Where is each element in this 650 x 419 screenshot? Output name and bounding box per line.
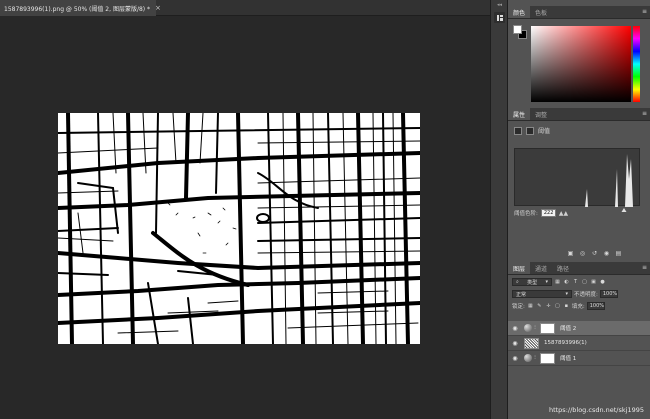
- filter-smart-object-icon[interactable]: ▣: [590, 279, 597, 286]
- threshold-histogram: [514, 148, 641, 207]
- adjustment-mode-icon[interactable]: [514, 126, 522, 135]
- panel-menu-icon[interactable]: ≡: [642, 264, 647, 271]
- properties-mode-row: 阈值: [514, 126, 550, 135]
- lock-all-icon[interactable]: ▪: [563, 303, 570, 310]
- layer-name[interactable]: 阈值 2: [560, 324, 576, 332]
- document-tab-bar: 1587893996(1).png @ 50% (阈值 2, 图层蒙版/8) *…: [0, 0, 490, 16]
- canvas-area[interactable]: [0, 16, 490, 419]
- eye-icon[interactable]: ◉: [508, 340, 522, 347]
- layer-image-thumbnail[interactable]: [524, 337, 539, 349]
- watermark-text: https://blog.csdn.net/skj1995: [548, 406, 644, 414]
- lock-artboard-icon[interactable]: ▢: [554, 303, 561, 310]
- threshold-level-label: 阈值色阶:: [514, 211, 538, 217]
- history-icon: [496, 14, 503, 21]
- collapse-arrows-icon[interactable]: ◂◂: [497, 2, 502, 8]
- fill-input[interactable]: 100%: [586, 302, 605, 310]
- layer-mask-thumbnail[interactable]: [540, 352, 555, 364]
- document-image[interactable]: [58, 113, 420, 344]
- filter-pixel-icon[interactable]: ▦: [554, 279, 561, 286]
- layer-filter-dropdown[interactable]: ⌕ 类型 ▾: [512, 278, 552, 286]
- properties-panel-tabs: 属性 调整: [508, 108, 650, 121]
- properties-mode-label: 阈值: [538, 128, 551, 135]
- blend-mode-dropdown[interactable]: 正常 ▾: [512, 290, 572, 298]
- tab-properties[interactable]: 属性: [508, 108, 531, 120]
- chevron-down-icon: ▾: [565, 291, 568, 297]
- opacity-input[interactable]: 100%: [599, 290, 618, 298]
- photoshop-window: 1587893996(1).png @ 50% (阈值 2, 图层蒙版/8) *…: [0, 0, 650, 419]
- chevron-down-icon: ▾: [545, 279, 548, 285]
- lock-label: 锁定:: [512, 304, 525, 310]
- layer-row-threshold-2[interactable]: ◉ ⁝ 阈值 2: [508, 321, 650, 336]
- color-panel-tabs: 颜色 色板: [508, 6, 650, 19]
- tab-adjustments[interactable]: 调整: [530, 108, 552, 120]
- layer-list: ◉ ⁝ 阈值 2 ◉ 1587893996(1) ◉ ⁝ 阈值 1: [508, 321, 650, 366]
- properties-panel: 属性 调整 ≡ 阈值 阈值色阶: 222 ▲▲ ▣ ◎ ↺ ◉ ▤: [508, 108, 650, 260]
- layer-name[interactable]: 阈值 1: [560, 354, 576, 362]
- filter-toggle-icon[interactable]: ●: [599, 279, 606, 286]
- warning-icon[interactable]: ▲▲: [559, 210, 568, 217]
- layer-row-image[interactable]: ◉ 1587893996(1): [508, 336, 650, 351]
- adjustment-layer-icon: [524, 354, 532, 362]
- close-icon[interactable]: ×: [155, 4, 161, 12]
- clip-to-layer-icon[interactable]: ▣: [566, 249, 575, 257]
- eye-icon[interactable]: ◉: [508, 325, 522, 332]
- panel-menu-icon[interactable]: ≡: [642, 8, 647, 15]
- foreground-color-swatch[interactable]: [513, 25, 522, 34]
- blend-opacity-row: 正常 ▾ 不透明度: 100%: [508, 288, 650, 300]
- layer-filter-kind: 类型: [527, 279, 538, 286]
- link-icon[interactable]: ⁝: [532, 325, 538, 331]
- lock-position-icon[interactable]: ✛: [545, 303, 552, 310]
- tab-layers[interactable]: 图层: [508, 262, 531, 274]
- properties-footer-icons: ▣ ◎ ↺ ◉ ▤: [566, 249, 623, 257]
- adjustment-layer-icon: [524, 324, 532, 332]
- histogram-graph: [515, 154, 641, 207]
- color-panel: 颜色 色板 ≡: [508, 6, 650, 106]
- mask-mode-icon[interactable]: [526, 126, 534, 135]
- blend-mode-value: 正常: [516, 291, 527, 298]
- lock-fill-row: 锁定: ▦ ✎ ✛ ▢ ▪ 填充: 100%: [508, 300, 650, 312]
- color-picker-field[interactable]: [531, 26, 631, 102]
- threshold-level-row: 阈值色阶: 222 ▲▲: [514, 209, 568, 217]
- eye-icon[interactable]: ◉: [508, 355, 522, 362]
- threshold-map-image: [58, 113, 420, 344]
- tab-swatches[interactable]: 色板: [530, 6, 552, 18]
- panel-menu-icon[interactable]: ≡: [642, 110, 647, 117]
- history-panel-button[interactable]: [494, 12, 505, 23]
- hue-slider[interactable]: [633, 26, 640, 102]
- layers-panel-tabs: 图层 通道 路径: [508, 262, 650, 275]
- document-tab-title: 1587893996(1).png @ 50% (阈值 2, 图层蒙版/8) *: [4, 5, 151, 13]
- layer-name[interactable]: 1587893996(1): [544, 340, 587, 346]
- trash-icon[interactable]: ▤: [614, 249, 623, 257]
- layers-panel: 图层 通道 路径 ≡ ⌕ 类型 ▾ ▦ ◐ T ▢ ▣ ● 正常 ▾ 不透明度:…: [508, 262, 650, 419]
- right-panel-dock: 颜色 色板 ≡ 属性 调整 ≡ 阈值 阈值色阶: 222 ▲▲ ▣ ◎ ↺ ◉ …: [508, 0, 650, 419]
- layer-row-threshold-1[interactable]: ◉ ⁝ 阈值 1: [508, 351, 650, 366]
- filter-shape-icon[interactable]: ▢: [581, 279, 588, 286]
- filter-type-icon[interactable]: T: [572, 279, 579, 286]
- fill-label: 填充:: [571, 304, 585, 310]
- collapsed-panel-strip: ◂◂: [490, 0, 508, 419]
- search-icon: ⌕: [516, 279, 519, 285]
- opacity-label: 不透明度:: [574, 292, 598, 298]
- threshold-level-input[interactable]: 222: [540, 209, 556, 217]
- lock-transparent-icon[interactable]: ▦: [527, 303, 534, 310]
- document-tab[interactable]: 1587893996(1).png @ 50% (阈值 2, 图层蒙版/8) *…: [0, 0, 161, 16]
- link-icon[interactable]: ⁝: [532, 355, 538, 361]
- layer-filter-row: ⌕ 类型 ▾ ▦ ◐ T ▢ ▣ ●: [508, 276, 650, 288]
- layer-mask-thumbnail[interactable]: [540, 322, 555, 334]
- view-previous-icon[interactable]: ◎: [578, 249, 587, 257]
- tab-channels[interactable]: 通道: [530, 262, 552, 274]
- filter-adjustment-icon[interactable]: ◐: [563, 279, 570, 286]
- tab-color[interactable]: 颜色: [508, 6, 531, 18]
- reset-icon[interactable]: ↺: [590, 249, 599, 257]
- lock-pixels-icon[interactable]: ✎: [536, 303, 543, 310]
- layer-controls: ⌕ 类型 ▾ ▦ ◐ T ▢ ▣ ● 正常 ▾ 不透明度: 100% 锁定: ▦…: [508, 276, 650, 312]
- tab-paths[interactable]: 路径: [552, 262, 574, 274]
- visibility-icon[interactable]: ◉: [602, 249, 611, 257]
